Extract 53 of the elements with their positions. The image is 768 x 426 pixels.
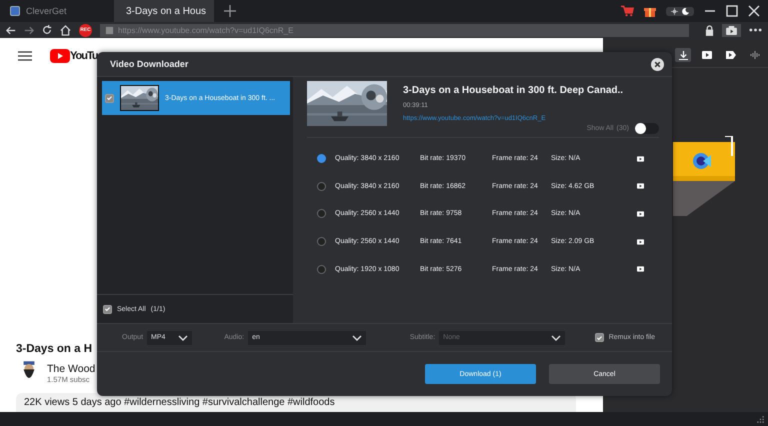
new-tab-icon[interactable] (224, 5, 236, 17)
download-icon (678, 50, 688, 60)
format-radio[interactable] (317, 264, 326, 274)
checkbox[interactable] (105, 94, 114, 102)
maximize-icon[interactable] (726, 5, 738, 17)
record-icon (726, 51, 736, 59)
play-icon[interactable] (637, 183, 644, 190)
page-icon (105, 26, 114, 34)
dialog-title: Video Downloader (110, 59, 188, 69)
caret-icon (178, 334, 188, 340)
video-title: 3-Days on a H (16, 343, 94, 355)
gift-icon[interactable] (644, 5, 656, 17)
site-logo[interactable]: YouTu (70, 50, 98, 62)
audio-wave-icon (750, 51, 760, 59)
download-tool[interactable] (675, 48, 691, 62)
lock-icon[interactable] (705, 24, 714, 36)
browser-tab[interactable]: CleverGet (4, 0, 104, 22)
video-tool[interactable] (699, 48, 715, 62)
back-icon[interactable] (6, 26, 16, 34)
menu-icon[interactable] (18, 51, 32, 61)
caret-icon (550, 334, 561, 340)
camera-icon (726, 26, 737, 34)
forward-icon[interactable] (24, 26, 34, 34)
home-icon[interactable] (60, 24, 71, 36)
resize-grip-icon[interactable] (757, 416, 764, 422)
play-icon[interactable] (637, 266, 644, 272)
browser-tab[interactable]: 3-Days on a Hous (114, 0, 214, 22)
channel-name[interactable]: The Wood (47, 362, 96, 374)
close-icon[interactable] (651, 58, 664, 70)
camera-button[interactable] (722, 24, 741, 36)
play-icon[interactable] (637, 156, 644, 162)
show-all-toggle[interactable] (635, 123, 659, 134)
format-radio[interactable] (317, 209, 326, 218)
play-icon[interactable] (637, 238, 644, 245)
video-title: 3-Days on a Houseboat in 300 ft. Deep Canad.. (403, 85, 624, 96)
caret-icon (352, 334, 362, 340)
record-tool[interactable] (723, 48, 739, 62)
theme-toggle[interactable] (666, 6, 694, 16)
checkbox[interactable] (103, 304, 112, 314)
format-radio[interactable] (317, 154, 326, 164)
play-logo-icon (50, 49, 70, 63)
checkbox[interactable] (594, 333, 604, 342)
app-icon (10, 6, 20, 16)
moon-icon (682, 8, 689, 14)
close-icon[interactable] (748, 5, 760, 17)
format-radio[interactable] (317, 182, 326, 191)
sun-icon (671, 8, 678, 14)
format-radio[interactable] (317, 237, 326, 246)
play-icon[interactable] (637, 210, 644, 217)
video-icon (702, 51, 712, 59)
cart-icon[interactable] (621, 5, 634, 17)
more-icon[interactable] (749, 28, 762, 32)
reload-icon[interactable] (42, 25, 52, 35)
